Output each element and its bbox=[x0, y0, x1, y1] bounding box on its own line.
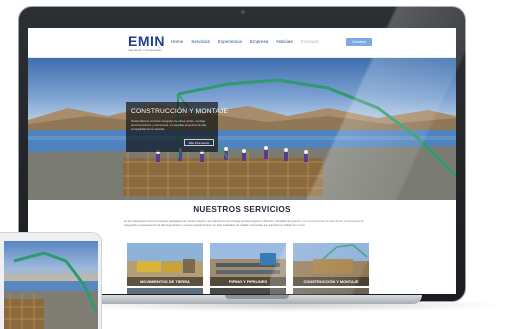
services-title: NUESTROS SERVICIOS bbox=[193, 205, 291, 214]
hero-photo bbox=[28, 78, 456, 200]
service-card-label: PIPING Y PIPELINES bbox=[210, 277, 286, 286]
service-card-piping[interactable]: PIPING Y PIPELINES bbox=[210, 243, 286, 286]
hero-title: CONSTRUCCIÓN Y MONTAJE bbox=[131, 108, 229, 115]
tablet-hero-photo bbox=[4, 251, 98, 329]
logo-text: EMIN bbox=[128, 33, 165, 49]
service-card-row2-2[interactable] bbox=[210, 288, 286, 294]
menu-item-noticias[interactable]: Noticias bbox=[276, 39, 292, 44]
menu-item-experiencia[interactable]: Experiencia bbox=[218, 39, 242, 44]
service-card-construction[interactable]: CONSTRUCCIÓN Y MONTAJE bbox=[293, 243, 369, 286]
service-card-earthworks[interactable]: MOVIMIENTOS DE TIERRA bbox=[127, 243, 203, 286]
menu-item-empresa[interactable]: Empresa bbox=[250, 39, 268, 44]
menu-item-home[interactable]: Home bbox=[171, 39, 183, 44]
tablet-device bbox=[0, 232, 102, 329]
service-card-row2-1[interactable] bbox=[127, 288, 203, 294]
contact-button[interactable]: Contacto bbox=[346, 38, 372, 46]
hero-caption-box: CONSTRUCCIÓN Y MONTAJE Desarrollamos ser… bbox=[126, 102, 228, 152]
tablet-screen bbox=[4, 241, 98, 329]
webcam-icon bbox=[241, 10, 245, 14]
service-card-label: CONSTRUCCIÓN Y MONTAJE bbox=[293, 277, 369, 286]
menu-item-servicios[interactable]: Servicios bbox=[191, 39, 210, 44]
menu-item-contacto[interactable]: Contacto bbox=[301, 39, 319, 44]
laptop-hinge-notch bbox=[225, 295, 289, 299]
hero-description: Desarrollamos servicios integrales de ob… bbox=[131, 119, 207, 131]
site-logo[interactable]: EMIN Ingeniería y Construcción bbox=[128, 34, 165, 52]
navbar: EMIN Ingeniería y Construcción Home Serv… bbox=[28, 28, 456, 58]
services-intro: En la incorporación entre los procesos e… bbox=[124, 220, 364, 227]
service-card-label: MOVIMIENTOS DE TIERRA bbox=[127, 277, 203, 286]
main-menu: Home Servicios Experiencia Empresa Notic… bbox=[171, 39, 319, 44]
hero-banner: CONSTRUCCIÓN Y MONTAJE Desarrollamos ser… bbox=[28, 58, 456, 200]
service-card-row2-3[interactable] bbox=[293, 288, 369, 294]
hero-more-info-button[interactable]: Más Información bbox=[184, 139, 214, 146]
logo-subtitle: Ingeniería y Construcción bbox=[128, 48, 163, 52]
